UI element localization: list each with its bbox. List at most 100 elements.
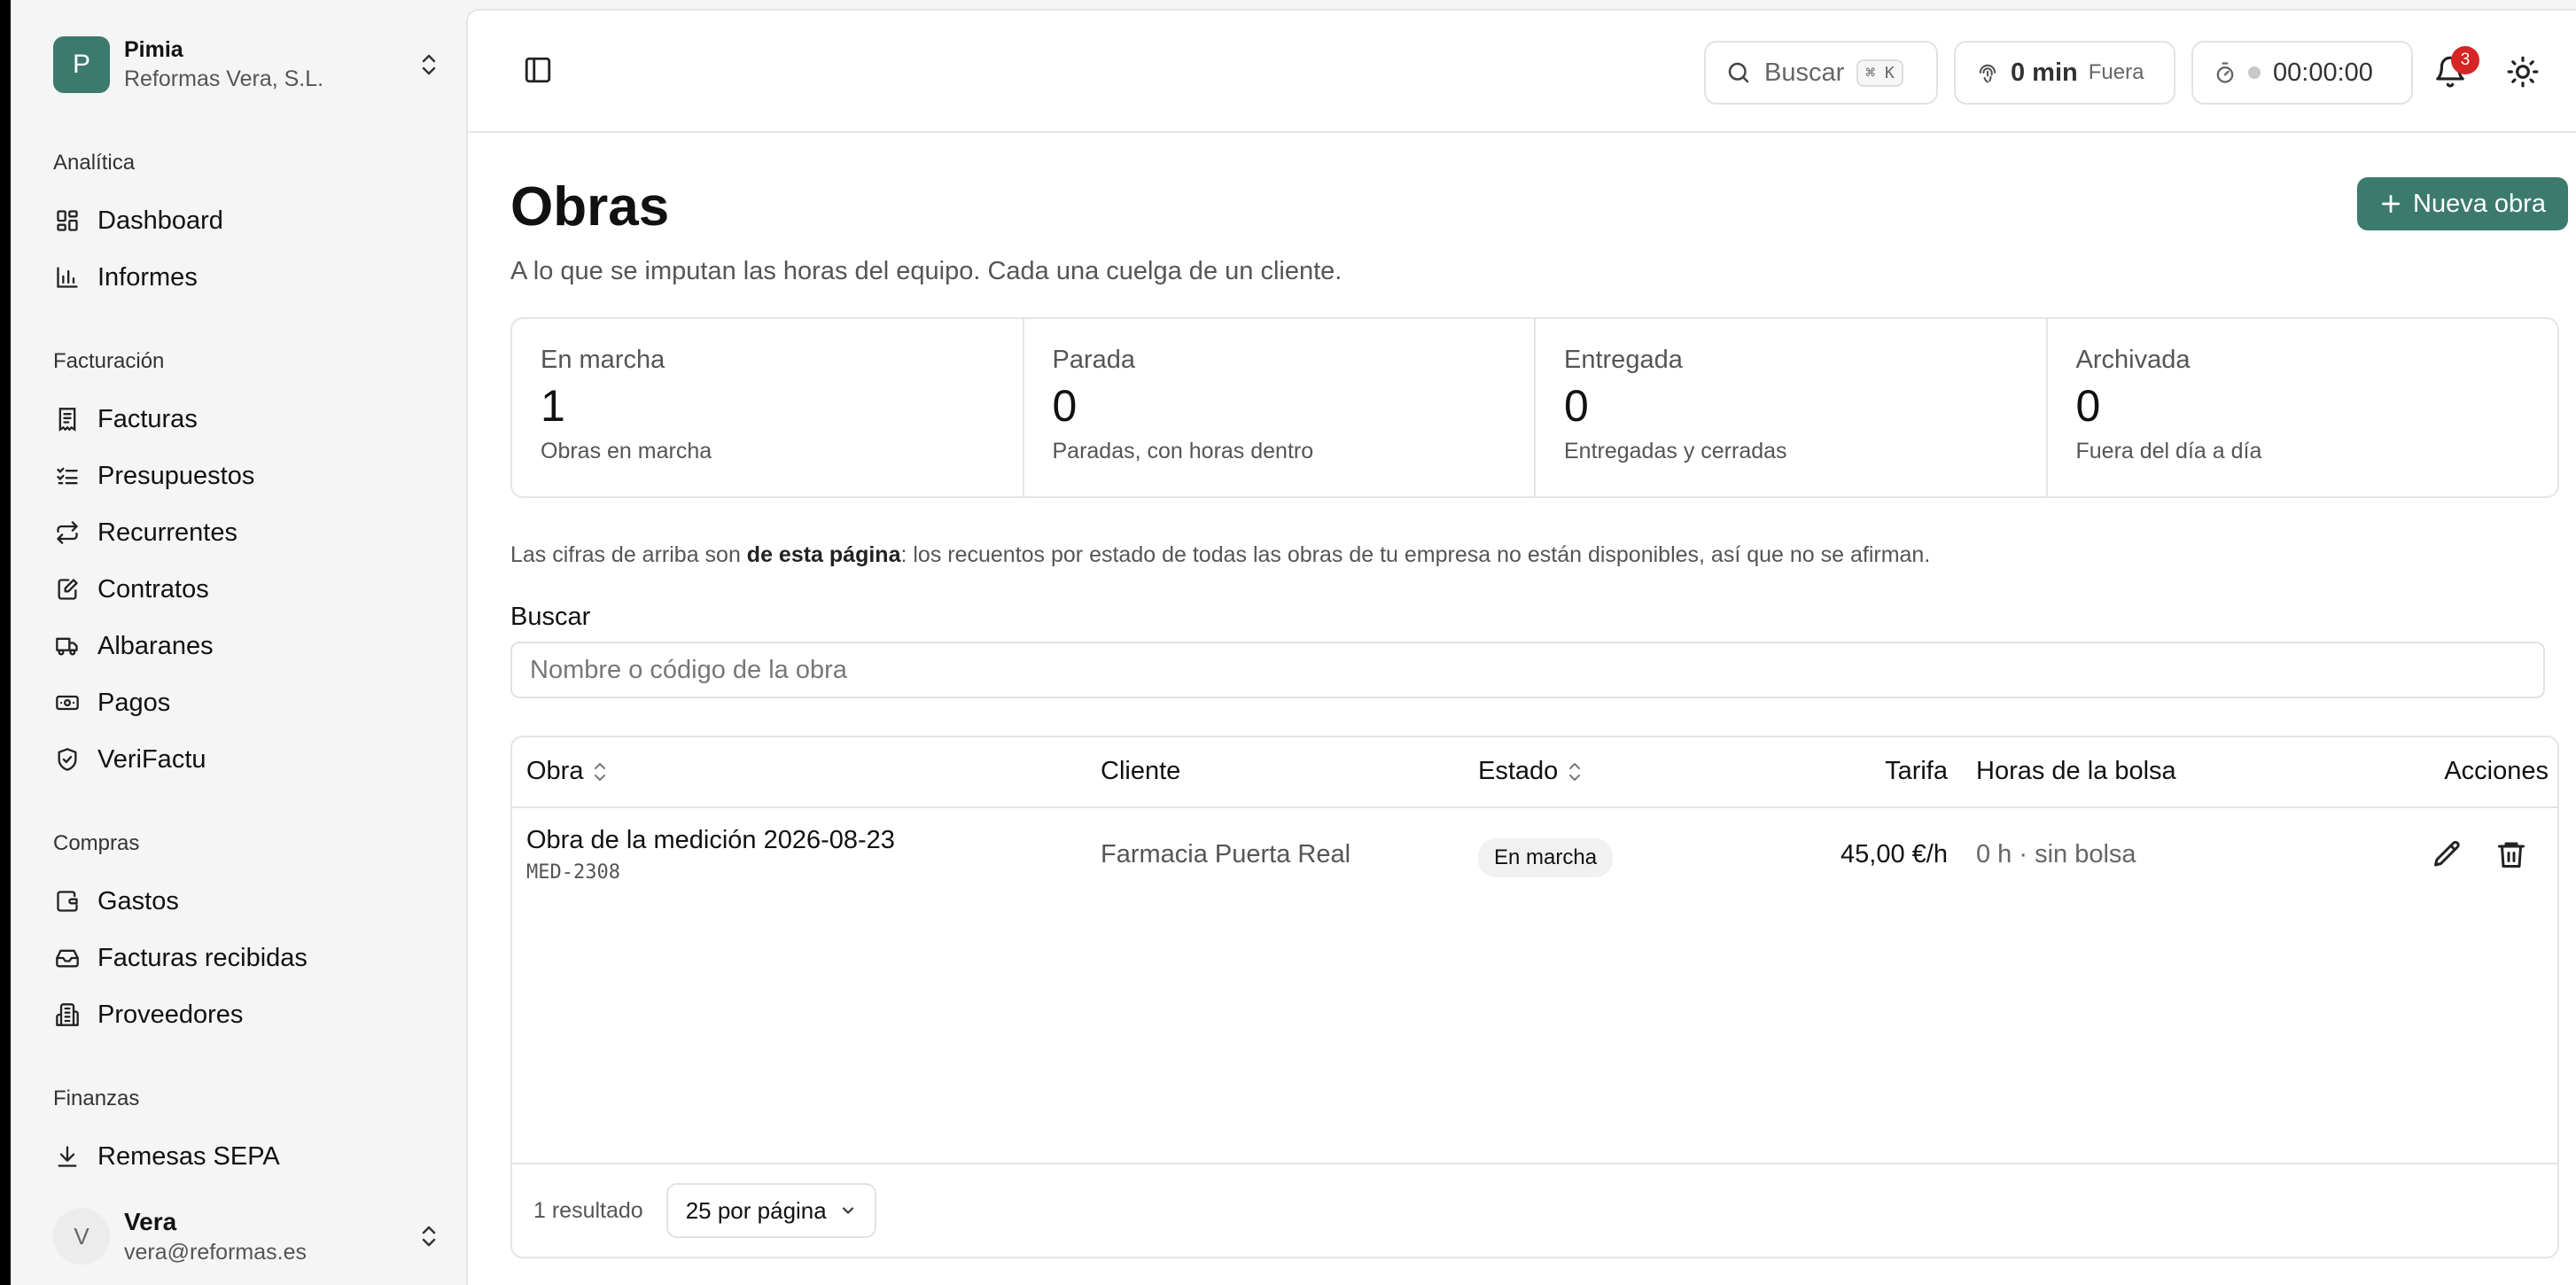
stat-label: Archivada: [2075, 346, 2191, 374]
repeat-icon: [53, 518, 82, 547]
topbar: Buscar ⌘ K 0 min Fuera 00:00:00 3: [468, 11, 2576, 133]
sidebar-item-label: Pagos: [97, 688, 171, 717]
page-subtitle: A lo que se imputan las horas del equipo…: [510, 257, 1342, 285]
sidebar-item-facturas[interactable]: Facturas: [53, 397, 443, 441]
sidebar-item-presupuestos[interactable]: Presupuestos: [53, 454, 443, 498]
receipt-icon: [53, 405, 82, 433]
sidebar-item-recurrentes[interactable]: Recurrentes: [53, 510, 443, 555]
stat-value: 0: [1564, 381, 1589, 431]
status-stats: En marcha 1 Obras en marcha Parada 0 Par…: [510, 317, 2559, 498]
column-header-horas: Horas de la bolsa: [1976, 757, 2176, 785]
stat-label: Entregada: [1564, 346, 1683, 374]
chevrons-up-down-icon: [415, 1222, 443, 1250]
sun-icon[interactable]: [2506, 55, 2541, 90]
search-shortcut-hint: ⌘ K: [1856, 58, 1903, 87]
sidebar-item-albaranes[interactable]: Albaranes: [53, 624, 443, 668]
sidebar: P Pimia Reformas Vera, S.L. Analítica Da…: [11, 0, 466, 1285]
wallet-icon: [53, 887, 82, 915]
inbox-icon: [53, 944, 82, 972]
stopwatch-icon: [2213, 60, 2237, 85]
stat-card-entregada: Entregada 0 Entregadas y cerradas: [1536, 319, 2048, 496]
sidebar-item-label: VeriFactu: [97, 744, 206, 774]
obras-table: Obra Cliente Estado Tarifa Horas de la b…: [510, 736, 2559, 1258]
global-search-button[interactable]: Buscar ⌘ K: [1704, 41, 1938, 105]
sort-icon: [592, 760, 608, 783]
timer-status-dot-icon: [2248, 66, 2261, 79]
stat-value: 1: [541, 381, 565, 431]
stat-card-en-marcha: En marcha 1 Obras en marcha: [512, 319, 1024, 496]
clock-status: Fuera: [2088, 60, 2144, 84]
truck-icon: [53, 632, 82, 660]
sidebar-item-facturas-recibidas[interactable]: Facturas recibidas: [53, 936, 443, 980]
stats-disclaimer: Las cifras de arriba son de esta página:…: [510, 542, 1931, 567]
org-company: Reformas Vera, S.L.: [124, 66, 324, 91]
stat-label: Parada: [1052, 346, 1136, 374]
sidebar-item-label: Contratos: [97, 574, 209, 604]
clock-time: 0 min: [2011, 58, 2078, 87]
building-icon: [53, 1001, 82, 1029]
sidebar-item-proveedores[interactable]: Proveedores: [53, 993, 443, 1037]
new-obra-button[interactable]: Nueva obra: [2357, 177, 2568, 230]
sidebar-item-verifactu[interactable]: VeriFactu: [53, 737, 443, 782]
sidebar-item-label: Informes: [97, 262, 198, 292]
stat-card-archivada: Archivada 0 Fuera del día a día: [2048, 319, 2558, 496]
clock-in-button[interactable]: 0 min Fuera: [1954, 41, 2175, 105]
notification-badge: 3: [2451, 46, 2479, 74]
section-label-compras: Compras: [53, 831, 140, 855]
org-avatar: P: [53, 36, 110, 93]
obra-name: Obra de la medición 2026-08-23: [526, 826, 895, 854]
stat-description: Entregadas y cerradas: [1564, 439, 1787, 463]
stat-value: 0: [1052, 381, 1078, 431]
checklist-icon: [53, 462, 82, 490]
org-name: Pimia: [124, 37, 183, 62]
timer-button[interactable]: 00:00:00: [2191, 41, 2413, 105]
search-icon: [1725, 59, 1752, 86]
status-badge: En marcha: [1478, 838, 1614, 877]
table-footer: 1 resultado 25 por página: [512, 1163, 2557, 1257]
dashboard-icon: [53, 206, 82, 235]
sidebar-item-informes[interactable]: Informes: [53, 255, 443, 300]
pencil-icon[interactable]: [2432, 838, 2463, 870]
sidebar-item-label: Dashboard: [97, 206, 223, 235]
sidebar-item-label: Presupuestos: [97, 461, 255, 490]
sidebar-item-dashboard[interactable]: Dashboard: [53, 199, 443, 243]
file-edit-icon: [53, 575, 82, 604]
column-header-cliente: Cliente: [1101, 757, 1181, 785]
sidebar-toggle-icon[interactable]: [523, 55, 555, 87]
bell-icon[interactable]: 3: [2433, 46, 2479, 90]
column-header-obra[interactable]: Obra: [526, 757, 608, 786]
search-label: Buscar: [510, 603, 591, 631]
sidebar-item-label: Remesas SEPA: [97, 1141, 280, 1171]
sidebar-item-label: Facturas: [97, 404, 198, 433]
main-panel: Buscar ⌘ K 0 min Fuera 00:00:00 3 Obras …: [466, 9, 2576, 1285]
sidebar-item-contratos[interactable]: Contratos: [53, 567, 443, 611]
per-page-select[interactable]: 25 por página: [665, 1183, 876, 1238]
per-page-value: 25 por página: [685, 1196, 827, 1224]
section-label-analitica: Analítica: [53, 151, 136, 175]
timer-value: 00:00:00: [2273, 58, 2373, 87]
obra-search-input[interactable]: [510, 642, 2545, 698]
sidebar-item-label: Recurrentes: [97, 518, 237, 547]
section-label-facturacion: Facturación: [53, 349, 165, 373]
table-row[interactable]: Obra de la medición 2026-08-23 MED-2308 …: [512, 808, 2557, 906]
stat-label: En marcha: [541, 346, 665, 374]
hours-value: 0 h · sin bolsa: [1976, 840, 2136, 868]
sort-icon: [1567, 760, 1583, 783]
page-title: Obras: [510, 176, 670, 238]
user-menu[interactable]: V Vera vera@reformas.es: [53, 1203, 443, 1269]
user-email: vera@reformas.es: [124, 1239, 307, 1265]
chevron-down-icon: [839, 1202, 857, 1219]
stat-description: Paradas, con horas dentro: [1052, 439, 1314, 463]
download-icon: [53, 1142, 82, 1171]
rate-value: 45,00 €/h: [1841, 840, 1948, 868]
sidebar-item-remesas-sepa[interactable]: Remesas SEPA: [53, 1134, 443, 1179]
new-obra-label: Nueva obra: [2413, 189, 2546, 218]
sidebar-item-gastos[interactable]: Gastos: [53, 879, 443, 923]
app-frame: P Pimia Reformas Vera, S.L. Analítica Da…: [11, 0, 2576, 1285]
result-count: 1 resultado: [533, 1197, 643, 1223]
trash-icon[interactable]: [2495, 838, 2527, 870]
column-header-estado[interactable]: Estado: [1478, 757, 1583, 786]
sidebar-item-pagos[interactable]: Pagos: [53, 681, 443, 725]
sidebar-item-label: Albaranes: [97, 631, 214, 660]
org-switcher[interactable]: P Pimia Reformas Vera, S.L.: [53, 35, 443, 94]
